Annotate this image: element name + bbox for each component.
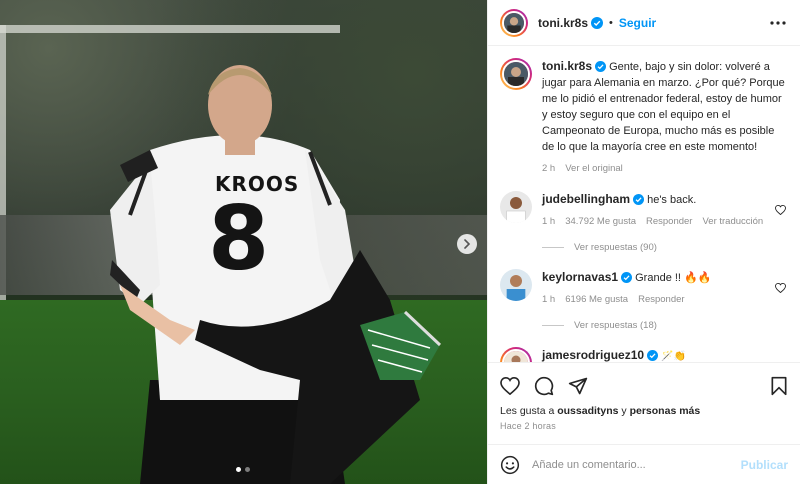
emoji-smiley-icon — [500, 455, 520, 474]
commenter-avatar[interactable] — [500, 269, 532, 301]
caption-text: Gente, bajo y sin dolor: volveré a jugar… — [542, 61, 785, 153]
avatar-image — [500, 269, 532, 301]
comment-text: 🪄👏 — [661, 351, 687, 362]
likes-user-link[interactable]: oussadityns — [557, 405, 618, 417]
likes-middle: y — [618, 405, 630, 417]
comment: judebellingham he's back. 1 h 34.792 Me … — [500, 191, 788, 230]
view-replies-button[interactable]: Ver respuestas (90) — [542, 242, 788, 253]
carousel-next-button[interactable] — [457, 234, 477, 254]
chevron-right-icon — [464, 239, 471, 249]
comment-likes[interactable]: 6196 Me gusta — [565, 292, 628, 308]
avatar-image — [504, 351, 528, 362]
comment-time: 1 h — [542, 216, 556, 227]
comment-username[interactable]: keylornavas1 — [542, 270, 618, 284]
translate-link[interactable]: Ver traducción — [702, 214, 763, 230]
avatar-image — [504, 62, 528, 86]
verified-badge-icon — [647, 350, 659, 361]
comment-meta: 1 h 6196 Me gusta Responder — [542, 292, 788, 308]
caption-time: 2 h — [542, 163, 556, 174]
carousel-dot — [245, 467, 250, 472]
comment-username[interactable]: judebellingham — [542, 192, 630, 206]
likes-others-link[interactable]: personas más — [630, 405, 701, 417]
replies-divider-line — [542, 325, 564, 326]
reply-button[interactable]: Responder — [638, 292, 684, 308]
verified-badge-icon — [633, 194, 645, 205]
replies-divider-line — [542, 247, 564, 248]
comment-button[interactable] — [534, 376, 554, 396]
comment-text: Grande !! 🔥🔥 — [635, 272, 712, 284]
emoji-button[interactable] — [500, 455, 520, 475]
comment-likes[interactable]: 34.792 Me gusta — [565, 214, 636, 230]
comment: keylornavas1 Grande !! 🔥🔥 1 h 6196 Me gu… — [500, 269, 788, 308]
post-modal: KROOS 8 toni.kr8s • Seguir toni.kr8s Gen… — [0, 0, 800, 484]
bookmark-icon — [771, 376, 787, 396]
comment-input[interactable] — [532, 458, 741, 471]
caption: toni.kr8s Gente, bajo y sin dolor: volve… — [500, 58, 788, 177]
header-separator: • — [609, 16, 613, 29]
comment: jamesrodriguez10 🪄👏 — [500, 347, 788, 362]
post-timestamp: Hace 2 horas — [500, 421, 556, 431]
like-button[interactable] — [500, 377, 520, 395]
carousel-indicator — [236, 467, 250, 472]
follow-button[interactable]: Seguir — [619, 16, 656, 30]
verified-badge-icon — [591, 16, 604, 29]
avatar-image — [504, 12, 524, 33]
author-avatar[interactable] — [500, 8, 528, 37]
comment-username[interactable]: jamesrodriguez10 — [542, 348, 644, 362]
likes-prefix: Les gusta a — [500, 405, 558, 417]
avatar-image — [500, 191, 532, 223]
commenter-avatar[interactable] — [500, 347, 532, 362]
publish-button[interactable]: Publicar — [741, 458, 788, 472]
comment-icon — [534, 376, 554, 396]
post-header: toni.kr8s • Seguir — [488, 0, 800, 46]
heart-icon — [500, 377, 520, 395]
caption-avatar[interactable] — [500, 58, 532, 90]
caption-meta: 2 h Ver el original — [542, 161, 788, 177]
caption-username[interactable]: toni.kr8s — [542, 59, 592, 73]
view-replies-label: Ver respuestas (18) — [574, 320, 657, 331]
verified-badge-icon — [621, 272, 633, 283]
comment-time: 1 h — [542, 294, 556, 305]
verified-badge-icon — [595, 61, 607, 72]
likes-summary: Les gusta a oussadityns y personas más — [500, 405, 788, 417]
action-icons — [500, 373, 788, 399]
view-replies-label: Ver respuestas (90) — [574, 242, 657, 253]
more-options-icon[interactable] — [770, 16, 786, 30]
jersey-number: 8 — [208, 187, 270, 290]
share-icon — [568, 377, 588, 395]
commenter-avatar[interactable] — [500, 191, 532, 223]
share-button[interactable] — [568, 376, 588, 396]
comment-text: he's back. — [647, 194, 697, 206]
post-actions: Les gusta a oussadityns y personas más H… — [488, 362, 800, 444]
add-comment-bar: Publicar — [488, 444, 800, 484]
save-button[interactable] — [770, 376, 788, 396]
comment-meta: 1 h 34.792 Me gusta Responder Ver traduc… — [542, 214, 788, 230]
post-side-panel: toni.kr8s • Seguir toni.kr8s Gente, bajo… — [487, 0, 800, 484]
post-media[interactable]: KROOS 8 — [0, 0, 487, 484]
comment-like-heart-icon[interactable] — [775, 283, 786, 293]
comment-like-heart-icon[interactable] — [775, 205, 786, 215]
comments-section[interactable]: toni.kr8s Gente, bajo y sin dolor: volve… — [488, 46, 800, 362]
carousel-dot-active — [236, 467, 241, 472]
see-original-link[interactable]: Ver el original — [565, 161, 623, 177]
view-replies-button[interactable]: Ver respuestas (18) — [542, 320, 788, 331]
reply-button[interactable]: Responder — [646, 214, 692, 230]
author-username[interactable]: toni.kr8s — [538, 16, 588, 30]
